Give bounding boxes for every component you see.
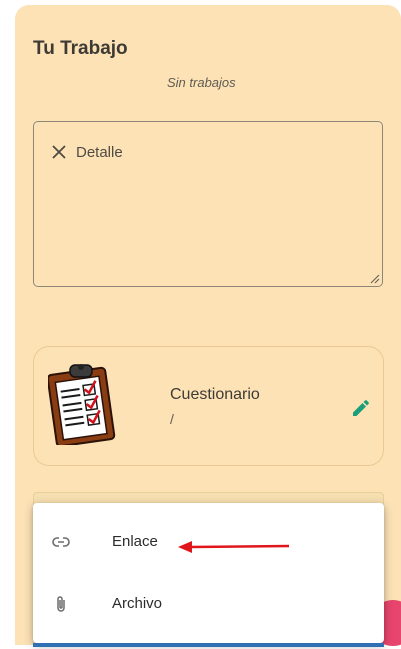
edit-pencil-icon[interactable]	[350, 399, 370, 419]
detail-textarea[interactable]: Detalle	[33, 121, 383, 287]
quiz-name: Cuestionario	[170, 386, 260, 403]
menu-item-label: Archivo	[112, 595, 163, 612]
close-icon[interactable]	[51, 144, 67, 160]
quiz-card[interactable]: Cuestionario /	[33, 346, 384, 466]
clipboard-checklist-icon	[48, 364, 116, 445]
quiz-subtitle: /	[170, 411, 174, 427]
menu-item-label: Enlace	[112, 533, 158, 550]
menu-item-enlace[interactable]: Enlace	[33, 514, 384, 570]
add-menu: Enlace Archivo	[33, 503, 384, 647]
resize-grip-icon[interactable]	[369, 273, 380, 284]
menu-item-archivo[interactable]: Archivo	[33, 576, 384, 632]
attachment-icon	[57, 596, 65, 612]
link-icon	[52, 537, 70, 547]
menu-bottom-stripe	[33, 643, 384, 647]
panel-title: Tu Trabajo	[33, 38, 128, 59]
detail-label: Detalle	[76, 144, 123, 161]
work-status: Sin trabajos	[167, 75, 236, 90]
